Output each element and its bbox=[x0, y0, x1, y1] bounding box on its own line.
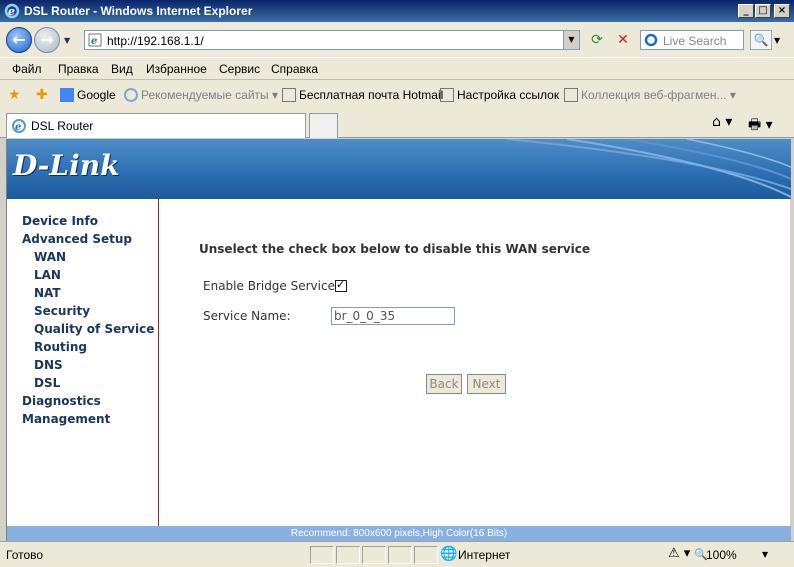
page-icon bbox=[440, 88, 454, 102]
ie-icon bbox=[124, 88, 138, 102]
add-favorites-icon[interactable]: ✚ bbox=[36, 86, 48, 103]
security-zone: Интернет bbox=[458, 548, 511, 562]
tab-label: DSL Router bbox=[31, 119, 94, 133]
page-content: D-Link Device Info Advanced Setup WAN LA… bbox=[6, 139, 791, 541]
fav-gallery[interactable]: Коллекция веб-фрагмен... ▾ bbox=[564, 88, 736, 102]
back-button-page[interactable]: Back bbox=[426, 374, 462, 394]
zoom-level[interactable]: 100% bbox=[706, 548, 737, 562]
nav-dns[interactable]: DNS bbox=[34, 358, 63, 372]
print-icon[interactable]: 🖶 ▾ bbox=[748, 114, 782, 134]
menu-view[interactable]: Вид bbox=[111, 62, 133, 76]
page-heading: Unselect the check box below to disable … bbox=[199, 242, 591, 256]
search-placeholder: Live Search bbox=[663, 34, 727, 48]
forward-button[interactable]: → bbox=[34, 27, 60, 53]
address-bar[interactable]: e http://192.168.1.1/ ▼ bbox=[84, 30, 580, 50]
svg-text:e: e bbox=[91, 36, 97, 47]
fav-links[interactable]: Настройка ссылок bbox=[440, 88, 559, 102]
stop-icon[interactable]: ✕ bbox=[612, 30, 634, 50]
recommend-bar: Recommend: 800x600 pixels,High Color(16 … bbox=[7, 526, 791, 541]
search-button[interactable]: 🔍 bbox=[750, 30, 772, 50]
status-cell bbox=[362, 546, 386, 564]
service-name-input[interactable]: br_0_0_35 bbox=[331, 307, 455, 325]
google-icon bbox=[60, 88, 74, 102]
menu-help[interactable]: Справка bbox=[271, 62, 318, 76]
nav-routing[interactable]: Routing bbox=[34, 340, 87, 354]
enable-bridge-checkbox[interactable] bbox=[335, 278, 347, 292]
favorites-star-icon[interactable]: ★ bbox=[8, 86, 21, 103]
dlink-banner: D-Link bbox=[7, 139, 791, 199]
ie-logo-icon: e bbox=[4, 3, 20, 19]
bridge-service-label: Enable Bridge Service: bbox=[203, 279, 340, 293]
back-arrow-icon: ← bbox=[12, 30, 26, 49]
status-cell bbox=[388, 546, 412, 564]
nav-nat[interactable]: NAT bbox=[34, 286, 61, 300]
window-title: DSL Router - Windows Internet Explorer bbox=[24, 4, 253, 18]
globe-icon: 🌐 bbox=[440, 546, 458, 562]
title-bar: e DSL Router - Windows Internet Explorer… bbox=[0, 0, 794, 22]
next-button[interactable]: Next bbox=[467, 374, 506, 394]
status-cell bbox=[414, 546, 438, 564]
nav-diagnostics[interactable]: Diagnostics bbox=[22, 394, 101, 408]
menu-tools[interactable]: Сервис bbox=[219, 62, 260, 76]
forward-arrow-icon: → bbox=[40, 30, 54, 49]
favorites-bar: ★ ✚ Google Рекомендуемые сайты ▾ Бесплат… bbox=[0, 80, 794, 110]
status-text: Готово bbox=[6, 548, 44, 562]
minimize-button[interactable]: _ bbox=[738, 4, 754, 18]
page-icon bbox=[564, 88, 578, 102]
zoom-dropdown[interactable]: ▼ bbox=[762, 550, 768, 559]
nav-advanced-setup[interactable]: Advanced Setup bbox=[22, 232, 132, 246]
menu-bar: Файл Правка Вид Избранное Сервис Справка bbox=[0, 58, 794, 80]
svg-text:e: e bbox=[8, 5, 15, 18]
live-search-icon bbox=[644, 33, 658, 47]
search-options-dropdown[interactable]: ▼ bbox=[774, 36, 780, 45]
refresh-icon[interactable]: ⟳ bbox=[586, 30, 608, 50]
nav-security[interactable]: Security bbox=[34, 304, 90, 318]
nav-device-info[interactable]: Device Info bbox=[22, 214, 98, 228]
nav-dsl[interactable]: DSL bbox=[34, 376, 60, 390]
tab-dsl-router[interactable]: e DSL Router bbox=[6, 113, 306, 138]
protected-mode-icon[interactable]: ⚠ ▾ bbox=[668, 546, 690, 561]
nav-management[interactable]: Management bbox=[22, 412, 110, 426]
home-icon[interactable]: ⌂ ▾ bbox=[712, 114, 742, 134]
nav-wan[interactable]: WAN bbox=[34, 250, 66, 264]
menu-edit[interactable]: Правка bbox=[58, 62, 99, 76]
page-icon bbox=[282, 88, 296, 102]
zoom-icon: 🔍 bbox=[694, 548, 708, 561]
status-cell bbox=[336, 546, 360, 564]
service-name-label: Service Name: bbox=[203, 309, 291, 323]
tab-row: e DSL Router ⌂ ▾ 🖶 ▾ bbox=[0, 110, 794, 138]
nav-lan[interactable]: LAN bbox=[34, 268, 61, 282]
close-button[interactable]: × bbox=[774, 4, 790, 18]
page-icon: e bbox=[88, 33, 102, 47]
sidebar: Device Info Advanced Setup WAN LAN NAT S… bbox=[7, 199, 159, 531]
back-button[interactable]: ← bbox=[6, 27, 32, 53]
fav-recommended[interactable]: Рекомендуемые сайты ▾ bbox=[124, 88, 278, 102]
banner-swoosh bbox=[506, 139, 791, 198]
address-row: ← → ▼ e http://192.168.1.1/ ▼ ⟳ ✕ Live S… bbox=[0, 22, 794, 58]
status-cell bbox=[310, 546, 334, 564]
menu-favorites[interactable]: Избранное bbox=[146, 62, 207, 76]
nav-qos[interactable]: Quality of Service bbox=[34, 322, 154, 336]
search-box[interactable]: Live Search bbox=[640, 30, 744, 50]
svg-text:e: e bbox=[15, 122, 21, 133]
fav-google[interactable]: Google bbox=[60, 88, 116, 102]
recent-pages-dropdown[interactable]: ▼ bbox=[64, 36, 70, 45]
address-url[interactable]: http://192.168.1.1/ bbox=[107, 34, 204, 48]
maximize-button[interactable]: □ bbox=[755, 4, 771, 18]
status-bar: Готово 🌐 Интернет ⚠ ▾ 100% 🔍 ▼ bbox=[0, 541, 794, 567]
dlink-logo: D-Link bbox=[13, 149, 120, 182]
new-tab-button[interactable] bbox=[309, 113, 338, 138]
ie-page-icon: e bbox=[12, 119, 26, 133]
fav-hotmail[interactable]: Бесплатная почта Hotmail bbox=[282, 88, 443, 102]
menu-file[interactable]: Файл bbox=[12, 62, 42, 76]
address-dropdown[interactable]: ▼ bbox=[563, 31, 579, 49]
